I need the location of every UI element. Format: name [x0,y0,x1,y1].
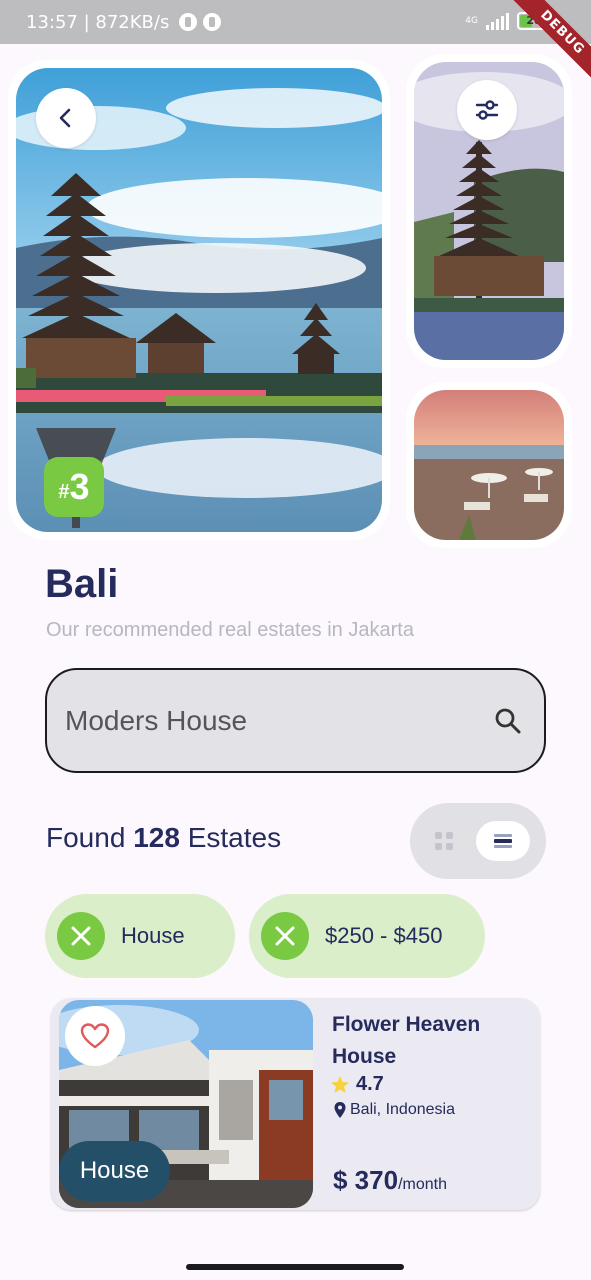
filter-chip-label: House [121,923,185,948]
rank-badge: #3 [44,457,104,517]
grid-view-button[interactable] [424,821,464,861]
location-pin-icon [334,1102,346,1118]
filter-chip-type[interactable]: House [45,894,235,978]
close-icon [71,926,91,946]
home-indicator[interactable] [186,1264,404,1270]
search-input[interactable] [65,704,492,737]
heart-icon [80,1023,110,1049]
status-time-speed: 13:57 | 872KB/s [26,11,170,33]
estate-location: Bali, Indonesia [333,1101,455,1119]
search-button[interactable] [492,705,524,737]
estate-type-tag: House [59,1141,170,1201]
favorite-button[interactable] [65,1006,125,1066]
signal-icon [486,12,509,30]
list-view-button[interactable] [476,821,530,861]
star-icon [331,1075,349,1093]
view-mode-toggle [410,803,546,879]
remove-filter-button[interactable] [261,912,309,960]
filter-chip-price[interactable]: $250 - $450 [249,894,485,978]
beach-thumbnail-photo [414,390,564,540]
notification-icon [203,13,222,31]
filter-chip-label: $250 - $450 [325,923,443,948]
sliders-icon [475,100,499,120]
back-button[interactable] [36,88,96,148]
gallery-thumbnail-beach[interactable] [406,382,572,548]
notification-icon [179,13,198,31]
remove-filter-button[interactable] [57,912,105,960]
search-icon [495,708,521,733]
results-count: Found 128 Estates [46,822,282,853]
estate-price: $ 370/month [333,1165,447,1195]
search-bar[interactable] [45,668,546,773]
status-bar: 13:57 | 872KB/s 4G 28 DEBUG [0,0,591,94]
network-type: 4G [465,15,478,26]
list-icon [494,834,512,848]
estate-title: Flower Heaven House [332,1013,481,1068]
filter-button[interactable] [457,80,517,140]
page-title: Bali [45,562,119,606]
estate-rating: 4.7 [330,1073,384,1096]
grid-icon [435,832,453,850]
close-icon [275,926,295,946]
chevron-left-icon [59,108,71,128]
page-subtitle: Our recommended real estates in Jakarta [46,619,414,641]
